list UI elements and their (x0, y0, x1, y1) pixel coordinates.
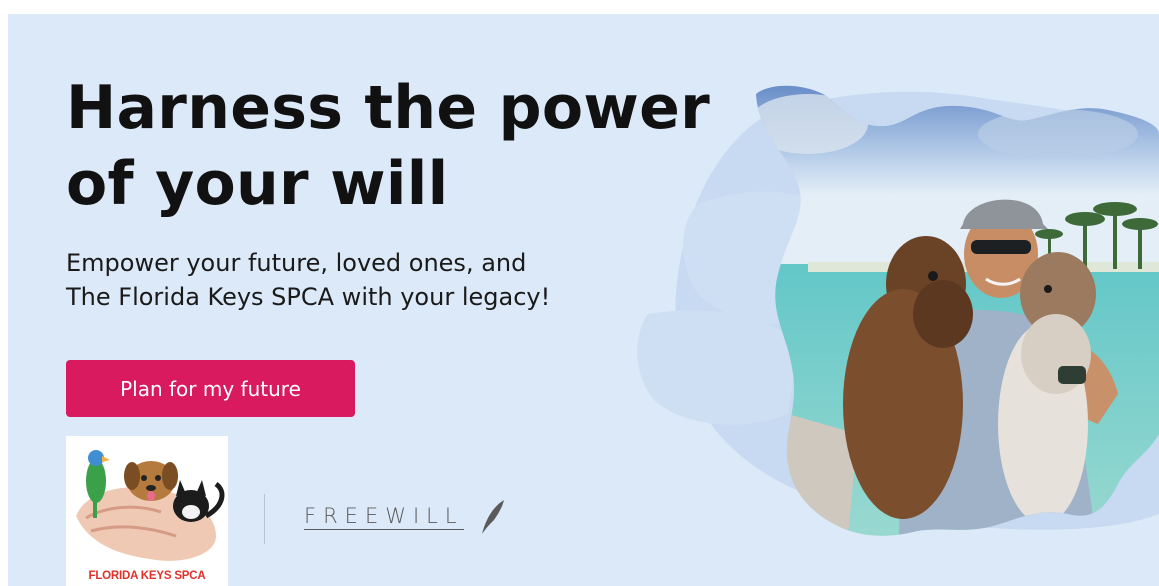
quill-icon (482, 500, 504, 534)
freewill-logo: FREEWILL (304, 500, 504, 544)
florida-keys-spca-logo: FLORIDA KEYS SPCA (66, 436, 228, 586)
plan-for-my-future-button[interactable]: Plan for my future (66, 360, 355, 417)
org-name-text: FLORIDA KEYS SPCA (88, 570, 206, 582)
subheadline-line-1: Empower your future, loved ones, and (66, 249, 527, 277)
logo-divider (264, 494, 265, 544)
subheadline-line-2: The Florida Keys SPCA with your legacy! (66, 283, 551, 311)
subheadline: Empower your future, loved ones, and The… (66, 246, 550, 314)
promo-banner: Harness the power of your will Empower y… (8, 14, 1159, 586)
headline: Harness the power of your will (66, 70, 710, 222)
freewill-wordmark: FREEWILL (304, 504, 464, 530)
headline-line-2: of your will (66, 149, 449, 219)
headline-line-1: Harness the power (66, 73, 710, 143)
spca-logo-illustration (76, 450, 225, 561)
